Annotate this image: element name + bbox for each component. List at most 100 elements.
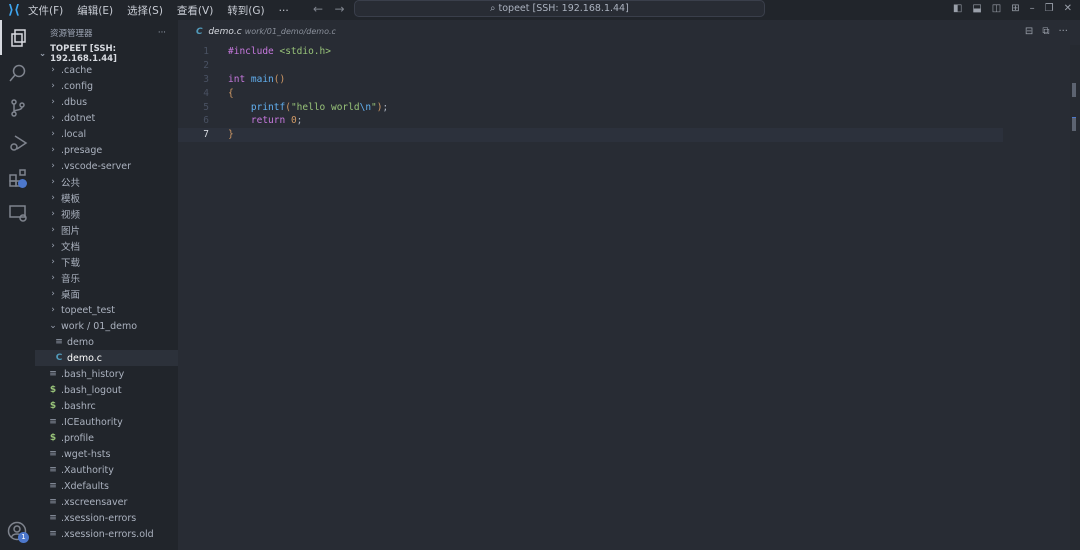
tree-item-label: .Xdefaults <box>61 480 109 492</box>
tree-folder[interactable]: › 下载 <box>35 254 178 270</box>
file-lines-icon: ≡ <box>49 481 57 491</box>
code-line[interactable]: 5 printf("hello world\n"); <box>178 101 1003 115</box>
tree-folder[interactable]: › 模板 <box>35 190 178 206</box>
tree-folder[interactable]: › .vscode-server <box>35 158 178 174</box>
toggle-sidebar-icon[interactable]: ◧ <box>953 3 962 14</box>
tree-file[interactable]: ≡ .wget-hsts <box>35 446 178 462</box>
extensions-button[interactable] <box>0 160 35 195</box>
tree-item-label: .xsession-errors <box>61 512 137 524</box>
editor-scrollbar[interactable] <box>1070 45 1080 550</box>
tree-file[interactable]: $ .profile <box>35 430 178 446</box>
tree-file[interactable]: ≡ .xsession-errors.old <box>35 526 178 542</box>
run-debug-button[interactable] <box>0 125 35 160</box>
tree-item-label: .local <box>61 128 87 140</box>
workspace-root[interactable]: ⌄ TOPEET [SSH: 192.168.1.44] <box>35 44 178 64</box>
tree-folder[interactable]: › .local <box>35 126 178 142</box>
tree-file[interactable]: ≡ .ICEauthority <box>35 414 178 430</box>
menu-item[interactable]: ··· <box>279 5 289 17</box>
tree-file[interactable]: ≡ .xscreensaver <box>35 494 178 510</box>
c-file-icon: C <box>196 27 203 37</box>
tree-item-label: 文档 <box>61 242 81 253</box>
explorer-button[interactable] <box>0 20 35 55</box>
tree-item-label: 音乐 <box>61 274 81 285</box>
code-text: #include <stdio.h> <box>209 45 331 59</box>
tree-file[interactable]: ≡ .Xauthority <box>35 462 178 478</box>
explorer-header: 资源管理器 ··· <box>35 20 178 46</box>
code-line[interactable]: 7} <box>178 128 1003 143</box>
tab-label: demo.c <box>208 27 242 37</box>
tree-file[interactable]: ≡ demo <box>35 334 178 350</box>
tree-file[interactable]: ≡ .Xdefaults <box>35 478 178 494</box>
back-arrow-icon[interactable]: ← <box>313 2 323 16</box>
menu-item[interactable]: 编辑(E) <box>77 5 113 17</box>
chevron-right-icon: › <box>51 225 55 235</box>
code-token: "hello world <box>290 101 360 113</box>
tree-item-label: .cache <box>61 64 93 76</box>
code-token: ; <box>296 115 303 127</box>
tree-item-label: .dotnet <box>61 112 96 124</box>
activity-bar: 1 <box>0 20 35 550</box>
tree-file[interactable]: Cdemo.c <box>35 350 178 366</box>
code-line[interactable]: 4{ <box>178 87 1003 101</box>
tree-folder[interactable]: › 公共 <box>35 174 178 190</box>
tree-item-label: demo <box>67 336 94 348</box>
remote-explorer-button[interactable] <box>0 195 35 230</box>
tree-folder[interactable]: › 音乐 <box>35 270 178 286</box>
tree-folder[interactable]: › 桌面 <box>35 286 178 302</box>
customize-layout-icon[interactable]: ⊞ <box>1011 3 1019 14</box>
tree-folder[interactable]: › 视频 <box>35 206 178 222</box>
code-line[interactable]: 1 #include <stdio.h> <box>178 45 1003 59</box>
more-actions-button[interactable]: ··· <box>158 28 166 38</box>
code-token: { <box>228 87 234 99</box>
tree-file[interactable]: ≡ .xsession-errors <box>35 510 178 526</box>
tree-file[interactable]: ≡ .bash_history <box>35 366 178 382</box>
tree-folder[interactable]: › .dbus <box>35 94 178 110</box>
files-icon <box>10 28 26 47</box>
toggle-secondary-sidebar-icon[interactable]: ◫ <box>992 3 1001 14</box>
tree-folder[interactable]: › .dotnet <box>35 110 178 126</box>
line-number: 3 <box>203 73 209 85</box>
file-lines-icon: ≡ <box>55 337 63 347</box>
toggle-panel-icon[interactable]: ⬓ <box>972 3 981 14</box>
shell-file-icon: $ <box>49 401 57 411</box>
line-number: 4 <box>203 87 209 99</box>
minimize-icon[interactable]: – <box>1030 3 1035 14</box>
restore-icon[interactable]: ❐ <box>1045 3 1054 14</box>
chevron-right-icon: › <box>51 241 55 251</box>
code-line[interactable]: 3 int main() <box>178 73 1003 87</box>
menu-item[interactable]: 查看(V) <box>177 5 213 17</box>
account-button[interactable]: 1 <box>7 521 29 545</box>
code-line[interactable]: 2 <box>178 59 1003 73</box>
search-button[interactable] <box>0 55 35 90</box>
code-line[interactable]: 6 return 0; <box>178 114 1003 128</box>
code-editor[interactable]: 1 #include <stdio.h> 2 3 int main() 4{5 print… <box>178 45 1003 143</box>
tab-demo-c[interactable]: C demo.c work/01_demo/demo.c <box>196 27 336 37</box>
tree-folder[interactable]: › .cache <box>35 62 178 78</box>
tree-folder[interactable]: › topeet_test <box>35 302 178 318</box>
menu-item[interactable]: 转到(G) <box>227 5 264 17</box>
menu-item[interactable]: 选择(S) <box>127 5 163 17</box>
scrollbar-thumb[interactable] <box>1072 83 1076 97</box>
tree-item-label: .bash_history <box>61 368 125 380</box>
command-center[interactable]: ⌕ topeet [SSH: 192.168.1.44] <box>354 0 765 17</box>
tree-item-label: .dbus <box>61 96 88 108</box>
c-file-icon: C <box>55 353 63 363</box>
tree-folder[interactable]: › 文档 <box>35 238 178 254</box>
tree-folder[interactable]: › 图片 <box>35 222 178 238</box>
split-editor-icon[interactable]: ⊟ <box>1025 26 1033 37</box>
more-actions-icon[interactable]: ··· <box>1058 26 1068 37</box>
tree-folder[interactable]: › .presage <box>35 142 178 158</box>
code-token: } <box>228 129 234 141</box>
forward-arrow-icon[interactable]: → <box>335 2 345 16</box>
chevron-right-icon: › <box>51 305 55 315</box>
account-badge: 1 <box>18 532 29 543</box>
source-control-button[interactable] <box>0 90 35 125</box>
tree-folder[interactable]: ⌄ work / 01_demo <box>35 318 178 334</box>
tree-folder[interactable]: › .config <box>35 78 178 94</box>
tree-item-label: topeet_test <box>61 304 115 316</box>
tree-file[interactable]: $ .bashrc <box>35 398 178 414</box>
menu-item[interactable]: 文件(F) <box>28 5 63 17</box>
open-changes-icon[interactable]: ⧉ <box>1042 26 1049 37</box>
close-icon[interactable]: ✕ <box>1064 3 1072 14</box>
tree-file[interactable]: $ .bash_logout <box>35 382 178 398</box>
